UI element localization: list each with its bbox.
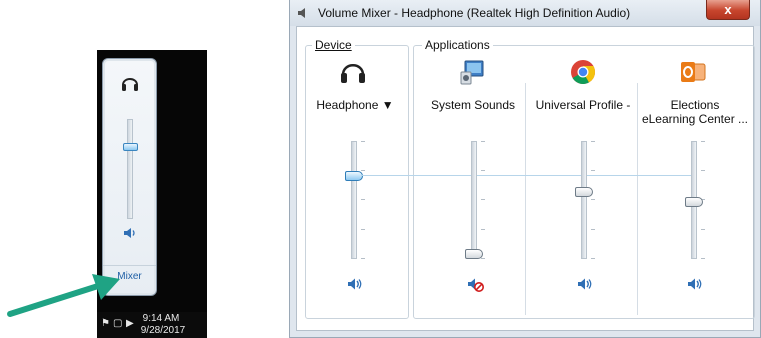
mixer-client-area: Device Applications Headphone ▼ System S… bbox=[296, 26, 755, 331]
universal-profile-volume-ticks bbox=[591, 141, 595, 259]
flyout-volume-thumb[interactable] bbox=[123, 143, 138, 151]
elections-volume-thumb[interactable] bbox=[685, 197, 703, 207]
volume-flyout: Mixer bbox=[102, 58, 157, 296]
app-name-elections-line2: eLearning Center ... bbox=[641, 112, 749, 126]
device-selector[interactable]: Headphone ▼ bbox=[309, 98, 401, 112]
system-sounds-volume-ticks bbox=[481, 141, 485, 259]
app-name-elections: Elections eLearning Center ... bbox=[641, 98, 749, 126]
system-sounds-icon bbox=[459, 58, 487, 86]
flyout-volume-track[interactable] bbox=[127, 119, 133, 219]
device-volume-reference-line bbox=[361, 175, 691, 176]
volume-mixer-window: Volume Mixer - Headphone (Realtek High D… bbox=[289, 0, 761, 338]
device-group-label-text: Device bbox=[315, 38, 352, 52]
title-bar: Volume Mixer - Headphone (Realtek High D… bbox=[290, 0, 760, 26]
taskbar-clock-date[interactable]: 9/28/2017 bbox=[123, 325, 203, 336]
speaker-title-icon bbox=[298, 8, 305, 18]
app-name-elections-line1: Elections bbox=[670, 98, 720, 112]
universal-profile-mute-button[interactable] bbox=[577, 277, 597, 297]
universal-profile-volume-track[interactable] bbox=[581, 141, 587, 259]
device-name: Headphone bbox=[316, 98, 379, 112]
headphone-icon bbox=[339, 58, 367, 86]
elections-mute-button[interactable] bbox=[687, 277, 707, 297]
speaker-icon[interactable] bbox=[123, 227, 137, 242]
column-separator bbox=[525, 83, 526, 315]
universal-profile-volume-thumb[interactable] bbox=[575, 187, 593, 197]
flyout-divider bbox=[103, 265, 156, 266]
pointer-arrow bbox=[7, 274, 120, 317]
device-volume-track[interactable] bbox=[351, 141, 357, 259]
network-icon[interactable]: ▢ bbox=[113, 319, 123, 329]
system-sounds-mute-button[interactable] bbox=[467, 277, 487, 297]
app-name-universal-profile: Universal Profile - bbox=[535, 98, 631, 112]
device-volume-thumb[interactable] bbox=[345, 171, 363, 181]
system-sounds-volume-track[interactable] bbox=[471, 141, 477, 259]
system-sounds-volume-thumb[interactable] bbox=[465, 249, 483, 259]
chrome-icon bbox=[569, 58, 597, 86]
applications-group-label: Applications bbox=[422, 38, 493, 52]
speaker-icon bbox=[578, 278, 592, 290]
device-group-label: Device bbox=[312, 38, 355, 52]
speaker-icon bbox=[688, 278, 702, 290]
headphone-icon[interactable] bbox=[121, 73, 139, 98]
flag-icon[interactable]: ⚑ bbox=[101, 319, 111, 329]
speaker-muted-icon bbox=[468, 278, 484, 292]
device-mute-button[interactable] bbox=[347, 277, 367, 297]
chevron-down-icon: ▼ bbox=[381, 98, 394, 112]
taskbar-clock-time[interactable]: 9:14 AM bbox=[131, 313, 191, 324]
speaker-icon bbox=[348, 278, 362, 290]
window-title: Volume Mixer - Headphone (Realtek High D… bbox=[318, 6, 631, 20]
column-separator bbox=[637, 83, 638, 315]
close-button[interactable]: x bbox=[706, 0, 750, 20]
device-volume-ticks bbox=[361, 141, 365, 259]
outlook-icon bbox=[679, 58, 707, 86]
app-name-system-sounds: System Sounds bbox=[430, 98, 516, 112]
